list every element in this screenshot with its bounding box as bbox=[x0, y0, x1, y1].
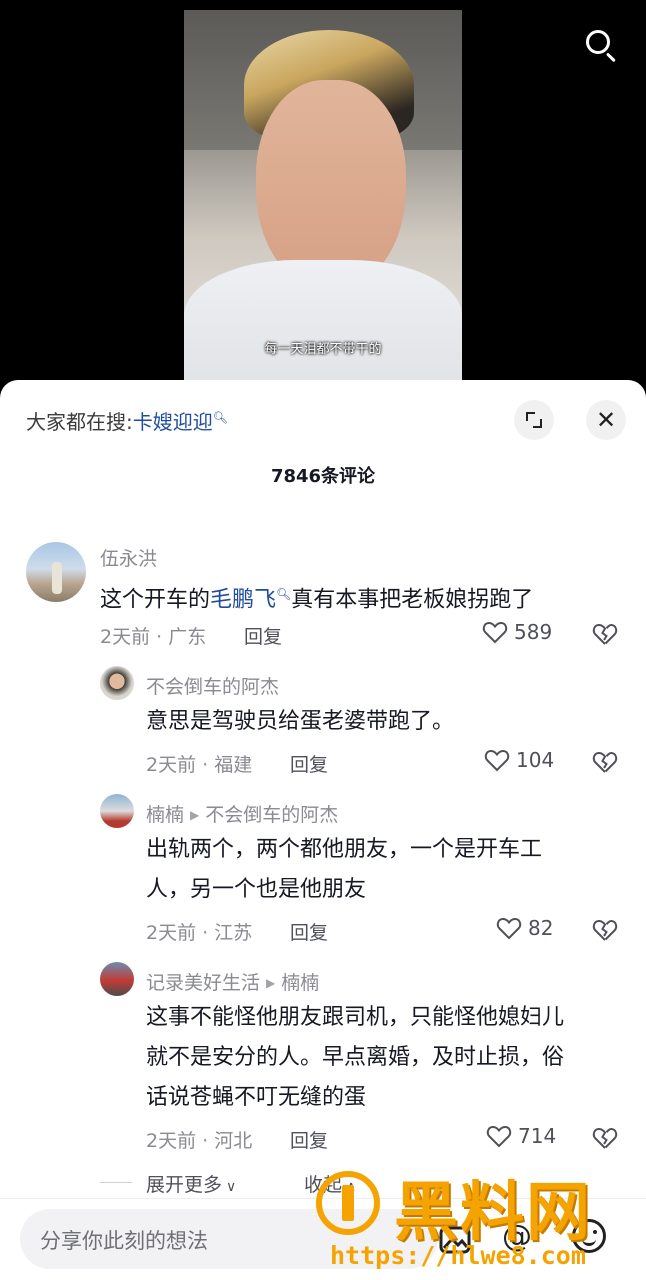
comment-input-bar: 分享你此刻的想法 @ bbox=[0, 1198, 646, 1280]
avatar[interactable] bbox=[100, 962, 134, 996]
heart-icon bbox=[486, 1125, 512, 1148]
video-subtitle: 每一天泪都不带干的 bbox=[264, 342, 382, 357]
close-button[interactable]: ✕ bbox=[586, 400, 626, 440]
reply-to-username[interactable]: 楠楠 bbox=[281, 972, 319, 994]
comment-count: 7846条评论 bbox=[270, 466, 376, 487]
dislike-broken-heart-icon[interactable] bbox=[592, 1126, 618, 1150]
divider bbox=[100, 1182, 132, 1183]
comment-text: 这事不能怪他朋友跟司机，只能怪他媳妇儿 就不是安分的人。早点离婚，及时止损，俗 … bbox=[146, 1005, 565, 1110]
dislike-broken-heart-icon[interactable] bbox=[592, 622, 618, 646]
image-icon[interactable] bbox=[438, 1223, 472, 1257]
avatar[interactable] bbox=[100, 666, 134, 700]
like-button[interactable]: 589 bbox=[482, 620, 552, 644]
reply-arrow-icon: ▶ bbox=[190, 808, 200, 822]
expand-more-replies-button[interactable]: 展开更多 ∨ bbox=[146, 1170, 236, 1197]
hot-search-term[interactable]: 卡嫂迎迎 bbox=[133, 410, 213, 434]
video-person-face bbox=[256, 80, 406, 290]
comment-input[interactable]: 分享你此刻的想法 bbox=[20, 1209, 438, 1269]
comment-username[interactable]: 伍永洪 bbox=[100, 544, 157, 571]
comment-mention-link[interactable]: 毛鹏飞 bbox=[210, 587, 276, 612]
search-icon[interactable] bbox=[582, 26, 618, 63]
emoji-icon[interactable] bbox=[572, 1219, 606, 1253]
comment-username-with-reply-to: 记录美好生活 ▶ 楠楠 bbox=[146, 968, 319, 995]
like-button[interactable]: 104 bbox=[484, 748, 554, 772]
comment-sheet: 大家都在搜:卡嫂迎迎🔍︎ ✕ 7846条评论 伍永洪 这个开车的毛鹏飞🔍︎真有本… bbox=[0, 380, 646, 1280]
chevron-up-icon: ∧ bbox=[346, 1179, 357, 1195]
reply-arrow-icon: ▶ bbox=[266, 976, 276, 990]
like-count: 82 bbox=[528, 916, 554, 940]
reply-button[interactable]: 回复 bbox=[290, 1126, 328, 1153]
expand-icon bbox=[526, 412, 542, 428]
video-person-shirt bbox=[184, 260, 462, 390]
video-player[interactable]: 每一天泪都不带干的 bbox=[0, 0, 646, 400]
hot-search-magnifier-icon: 🔍︎ bbox=[212, 410, 228, 425]
like-count: 104 bbox=[516, 748, 555, 772]
comment-meta: 2天前 · 河北 bbox=[146, 1130, 253, 1152]
mention-at-icon[interactable]: @ bbox=[502, 1219, 532, 1254]
reply-to-username[interactable]: 不会倒车的阿杰 bbox=[205, 804, 338, 826]
comment-meta: 2天前 · 广东 bbox=[100, 626, 207, 648]
comment-text: 这个开车的毛鹏飞🔍︎真有本事把老板娘拐跑了 bbox=[100, 587, 534, 613]
comment-username[interactable]: 不会倒车的阿杰 bbox=[146, 672, 279, 699]
dislike-broken-heart-icon[interactable] bbox=[592, 918, 618, 942]
expand-fullscreen-button[interactable] bbox=[514, 400, 554, 440]
chevron-down-icon: ∨ bbox=[226, 1179, 237, 1195]
heart-icon bbox=[496, 917, 522, 940]
comment-meta: 2天前 · 福建 bbox=[146, 754, 253, 776]
reply-button[interactable]: 回复 bbox=[290, 918, 328, 945]
comment-input-placeholder: 分享你此刻的想法 bbox=[40, 1229, 208, 1253]
comment-meta: 2天前 · 江苏 bbox=[146, 922, 253, 944]
reply-button[interactable]: 回复 bbox=[290, 750, 328, 777]
comment-username-with-reply-to: 楠楠 ▶ 不会倒车的阿杰 bbox=[146, 800, 338, 827]
comment-text: 意思是驾驶员给蛋老婆带跑了。 bbox=[146, 709, 455, 734]
avatar[interactable] bbox=[26, 542, 86, 602]
collapse-replies-button[interactable]: 收起 ∧ bbox=[304, 1170, 356, 1197]
comment-text: 出轨两个，两个都他朋友，一个是开车工 人，另一个也是他朋友 bbox=[146, 837, 543, 902]
comment-username[interactable]: 楠楠 bbox=[146, 804, 184, 826]
reply-button[interactable]: 回复 bbox=[244, 622, 282, 649]
comment-username[interactable]: 记录美好生活 bbox=[146, 972, 260, 994]
heart-icon bbox=[482, 621, 508, 644]
hot-search-bar[interactable]: 大家都在搜:卡嫂迎迎🔍︎ bbox=[26, 406, 228, 435]
video-frame: 每一天泪都不带干的 bbox=[184, 10, 462, 390]
mention-search-icon: 🔍︎ bbox=[276, 587, 292, 601]
close-icon: ✕ bbox=[595, 406, 617, 434]
like-count: 589 bbox=[514, 620, 553, 644]
like-button[interactable]: 714 bbox=[486, 1124, 556, 1148]
heart-icon bbox=[484, 749, 510, 772]
like-count: 714 bbox=[518, 1124, 557, 1148]
avatar[interactable] bbox=[100, 794, 134, 828]
hot-search-prefix: 大家都在搜: bbox=[26, 410, 133, 434]
dislike-broken-heart-icon[interactable] bbox=[592, 750, 618, 774]
like-button[interactable]: 82 bbox=[496, 916, 553, 940]
